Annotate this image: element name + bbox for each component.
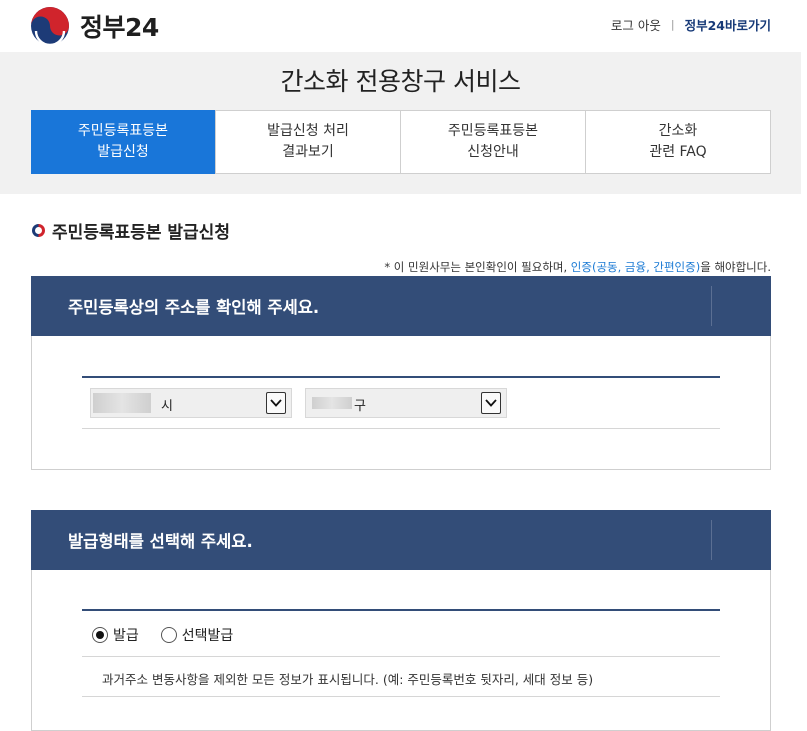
address-panel-body: 시 구 bbox=[31, 336, 771, 470]
radio-label: 발급 bbox=[113, 628, 139, 644]
logout-link[interactable]: 로그 아웃 bbox=[611, 15, 661, 34]
row-divider bbox=[82, 428, 720, 429]
district-select-value: 구 bbox=[354, 399, 366, 414]
issue-type-panel-header: 발급형태를 선택해 주세요. bbox=[31, 510, 771, 570]
issue-type-heading: 발급형태를 선택해 주세요. bbox=[68, 532, 253, 551]
tab-label-line2: 결과보기 bbox=[282, 144, 334, 160]
top-header: 정부24 로그 아웃 | 정부24바로가기 bbox=[0, 0, 807, 52]
district-select[interactable]: 구 bbox=[305, 388, 507, 418]
chevron-down-icon[interactable] bbox=[481, 392, 501, 414]
header-divider bbox=[711, 286, 712, 326]
issue-type-radio-group: 발급 선택발급 bbox=[92, 625, 255, 645]
section-title: 주민등록표등본 발급신청 bbox=[32, 218, 230, 243]
tab-label-line2: 신청안내 bbox=[467, 144, 519, 160]
radio-label: 선택발급 bbox=[181, 628, 234, 644]
tab-label-line1: 발급신청 처리 bbox=[267, 123, 349, 139]
radio-selected-icon[interactable] bbox=[92, 627, 108, 643]
logo-text: 정부24 bbox=[80, 13, 159, 42]
auth-notice: * 이 민원사무는 본인확인이 필요하며, 인증(공동, 금융, 간편인증)을 … bbox=[384, 259, 771, 275]
taegeuk-logo-icon bbox=[31, 7, 69, 46]
tab-label-line2: 발급신청 bbox=[97, 144, 149, 160]
radio-issue-full[interactable]: 발급 bbox=[92, 625, 139, 645]
tab-label-line2: 관련 FAQ bbox=[649, 144, 707, 160]
chevron-down-icon[interactable] bbox=[266, 392, 286, 414]
service-tabs: 주민등록표등본 발급신청 발급신청 처리 결과보기 주민등록표등본 신청안내 간… bbox=[31, 110, 771, 174]
auth-method-link[interactable]: 인증(공동, 금융, 간편인증) bbox=[571, 260, 700, 274]
tab-result-view[interactable]: 발급신청 처리 결과보기 bbox=[215, 111, 400, 173]
tab-label-line1: 간소화 bbox=[658, 123, 698, 139]
service-title: 간소화 전용창구 서비스 bbox=[280, 67, 521, 96]
address-panel-header: 주민등록상의 주소를 확인해 주세요. bbox=[31, 276, 771, 336]
issue-type-options: 발급 선택발급 과거주소 변동사항을 제외한 모든 정보가 표시됩니다. (예:… bbox=[82, 609, 720, 699]
issue-type-panel-body: 발급 선택발급 과거주소 변동사항을 제외한 모든 정보가 표시됩니다. (예:… bbox=[31, 570, 771, 731]
city-select-value: 시 bbox=[161, 399, 173, 414]
header-divider bbox=[711, 520, 712, 560]
section-title-text: 주민등록표등본 발급신청 bbox=[52, 223, 230, 243]
notice-suffix: 을 해야합니다. bbox=[700, 260, 771, 274]
link-separator: | bbox=[670, 18, 675, 31]
gov24-shortcut-link[interactable]: 정부24바로가기 bbox=[685, 15, 771, 34]
top-links: 로그 아웃 | 정부24바로가기 bbox=[611, 15, 771, 34]
address-panel-heading: 주민등록상의 주소를 확인해 주세요. bbox=[68, 298, 320, 317]
redacted-district bbox=[312, 397, 352, 409]
row-divider bbox=[82, 656, 720, 657]
gov24-logo[interactable]: 정부24 bbox=[30, 6, 159, 46]
redacted-city bbox=[93, 393, 151, 413]
tab-label-line1: 주민등록표등본 bbox=[447, 123, 539, 139]
radio-unselected-icon[interactable] bbox=[160, 627, 177, 643]
address-select-row: 시 구 bbox=[82, 376, 720, 429]
tab-issue-application[interactable]: 주민등록표등본 발급신청 bbox=[31, 110, 215, 174]
tab-label-line1: 주민등록표등본 bbox=[77, 123, 169, 139]
service-band: 간소화 전용창구 서비스 주민등록표등본 발급신청 발급신청 처리 결과보기 주… bbox=[0, 52, 801, 194]
radio-issue-selective[interactable]: 선택발급 bbox=[160, 625, 234, 645]
tab-faq[interactable]: 간소화 관련 FAQ bbox=[585, 111, 770, 173]
city-select[interactable]: 시 bbox=[90, 388, 292, 418]
row-divider bbox=[82, 696, 720, 697]
tab-application-guide[interactable]: 주민등록표등본 신청안내 bbox=[400, 111, 585, 173]
notice-prefix: * 이 민원사무는 본인확인이 필요하며, bbox=[384, 260, 568, 274]
issue-type-description: 과거주소 변동사항을 제외한 모든 정보가 표시됩니다. (예: 주민등록번호 … bbox=[102, 672, 594, 687]
bullet-ring-icon bbox=[32, 224, 45, 237]
